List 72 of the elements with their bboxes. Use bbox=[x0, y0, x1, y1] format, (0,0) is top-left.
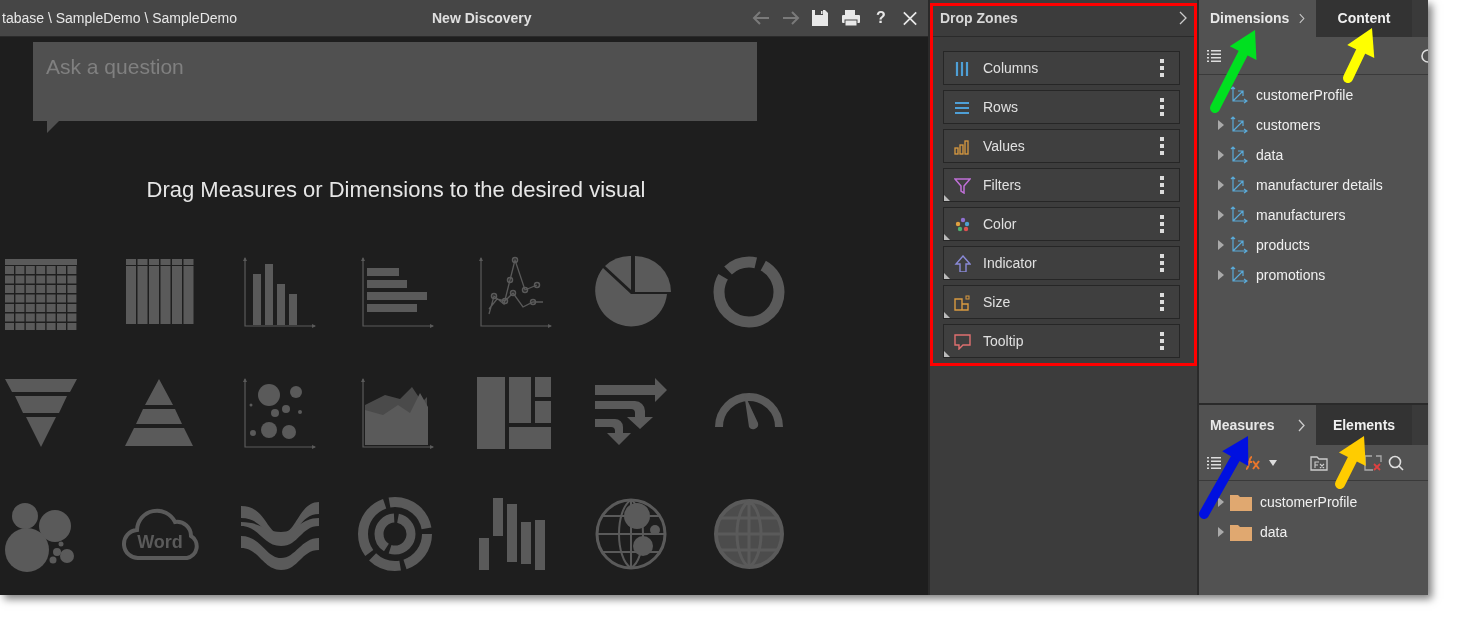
more-icon[interactable] bbox=[1160, 254, 1164, 272]
more-icon[interactable] bbox=[1160, 215, 1164, 233]
hierarchy-icon bbox=[1230, 266, 1248, 284]
more-icon[interactable] bbox=[1160, 176, 1164, 194]
expand-icon[interactable] bbox=[1218, 240, 1224, 250]
more-icon[interactable] bbox=[1160, 98, 1164, 116]
drop-zone[interactable]: Color bbox=[943, 207, 1180, 241]
hierarchy-icon bbox=[1230, 146, 1248, 164]
tree-item[interactable]: manufacturers bbox=[1199, 200, 1428, 230]
expand-icon[interactable] bbox=[1218, 120, 1224, 130]
filter-icon bbox=[954, 176, 971, 194]
more-icon[interactable] bbox=[1160, 293, 1164, 311]
tree-item[interactable]: customerProfile bbox=[1199, 80, 1428, 110]
save-icon[interactable] bbox=[811, 8, 831, 28]
bar-chart-icon bbox=[954, 137, 971, 155]
function-icon[interactable] bbox=[1243, 455, 1261, 470]
tree-item[interactable]: data bbox=[1199, 140, 1428, 170]
drop-zone[interactable]: Columns bbox=[943, 51, 1180, 85]
chevron-icon[interactable] bbox=[1298, 418, 1305, 432]
expand-icon[interactable] bbox=[1218, 497, 1224, 507]
more-icon[interactable] bbox=[1160, 332, 1164, 350]
columns-icon bbox=[954, 59, 971, 77]
drop-zone[interactable]: Tooltip bbox=[943, 324, 1180, 358]
more-icon[interactable] bbox=[1160, 59, 1164, 77]
more-icon[interactable] bbox=[1160, 137, 1164, 155]
tree-item[interactable]: customerProfile bbox=[1199, 487, 1428, 517]
hierarchy-icon bbox=[1230, 86, 1248, 104]
tree-item[interactable]: data bbox=[1199, 517, 1428, 547]
search-icon[interactable] bbox=[1388, 454, 1404, 471]
panel-tab[interactable]: Dimensions bbox=[1199, 0, 1316, 37]
tree-item[interactable]: customers bbox=[1199, 110, 1428, 140]
folder-function-icon[interactable] bbox=[1310, 454, 1328, 471]
color-dots-icon bbox=[954, 215, 971, 233]
breadcrumb: tabase \ SampleDemo \ SampleDemo bbox=[1, 8, 237, 28]
folder-icon bbox=[1230, 523, 1252, 541]
expand-icon[interactable] bbox=[1218, 180, 1224, 190]
hierarchy-icon bbox=[1230, 236, 1248, 254]
list-icon[interactable] bbox=[1207, 49, 1221, 62]
speech-bubble-icon bbox=[954, 332, 971, 350]
folder-icon bbox=[1230, 493, 1252, 511]
list-icon[interactable] bbox=[1207, 456, 1221, 469]
tree-item[interactable]: manufacturer details bbox=[1199, 170, 1428, 200]
expand-icon[interactable] bbox=[1218, 210, 1224, 220]
speech-tail bbox=[47, 121, 59, 133]
panel-title: Drop Zones bbox=[940, 8, 1018, 28]
panel-tab[interactable]: Elements bbox=[1316, 405, 1412, 445]
tree-item[interactable]: promotions bbox=[1199, 260, 1428, 290]
expand-icon[interactable] bbox=[1218, 150, 1224, 160]
chevron-icon[interactable] bbox=[1179, 11, 1187, 25]
hierarchy-icon bbox=[1230, 116, 1248, 134]
hierarchy-icon bbox=[1230, 176, 1248, 194]
drop-zone[interactable]: Size bbox=[943, 285, 1180, 319]
up-arrow-icon bbox=[954, 254, 971, 272]
search-icon[interactable] bbox=[1420, 48, 1428, 64]
help-button[interactable]: ? bbox=[871, 6, 891, 30]
drop-zone[interactable]: Rows bbox=[943, 90, 1180, 124]
chevron-icon[interactable] bbox=[1299, 12, 1305, 25]
expand-icon[interactable] bbox=[1218, 270, 1224, 280]
hint-text: Drag Measures or Dimensions to the desired visual bbox=[146, 176, 646, 204]
drop-zone[interactable]: Indicator bbox=[943, 246, 1180, 280]
caret-icon[interactable] bbox=[1269, 459, 1277, 466]
tree-item[interactable]: products bbox=[1199, 230, 1428, 260]
expand-icon[interactable] bbox=[1218, 527, 1224, 537]
delete-icon[interactable] bbox=[1364, 454, 1382, 471]
print-icon[interactable] bbox=[841, 8, 861, 28]
panel-tab[interactable]: Content bbox=[1316, 0, 1412, 37]
drop-zone[interactable]: Values bbox=[943, 129, 1180, 163]
hierarchy-icon bbox=[1230, 206, 1248, 224]
drop-zone[interactable]: Filters bbox=[943, 168, 1180, 202]
window-title: New Discovery bbox=[432, 8, 532, 28]
panel-tab[interactable]: Measures bbox=[1199, 405, 1316, 445]
size-icon bbox=[954, 293, 971, 311]
